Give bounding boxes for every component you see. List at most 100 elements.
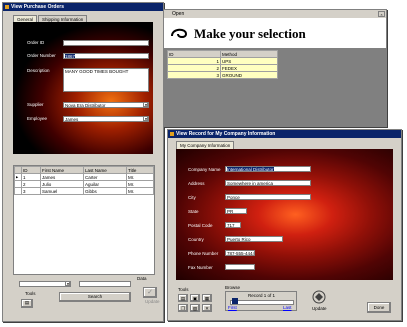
grid-header-id[interactable]: ID [21,166,41,174]
method-name: UPS [220,57,278,65]
update-icon[interactable] [312,290,326,304]
order-number-field[interactable]: 1867 [63,53,149,59]
order-id-field[interactable] [63,40,149,46]
update-label: Update [145,299,160,304]
city-value: Ponce [227,195,240,200]
phone-number-field[interactable]: 787-555-4444 [225,250,255,256]
grid-cell: 2 [21,180,41,188]
paste-icon[interactable]: ▧ [190,304,200,312]
fax-number-field[interactable] [225,264,255,270]
order-number-label: Order Number [27,53,56,58]
grid-cell: Carter [83,173,127,181]
grid-header-first-name[interactable]: First Name [40,166,84,174]
address-value: Somewhere in america [227,181,274,186]
company-info-tabs: My Company Information [176,141,235,149]
update-icon[interactable]: ✓ [143,287,157,298]
purchase-orders-title: View Purchase Orders [11,4,64,10]
grid-header-title[interactable]: Title [126,166,154,174]
grid-cell: Julio [40,180,84,188]
open-dialog-heading: Make your selection [194,26,306,41]
method-id: 1 [167,57,221,65]
record-navigator: Record 1 of 1 First Last [225,291,297,311]
column-header-method[interactable]: Method [220,50,278,58]
supplier-dropdown-icon[interactable]: ▼ [143,102,149,108]
copy-icon[interactable]: ❐ [178,304,188,312]
record-slider-thumb[interactable] [232,298,238,304]
method-name: GROUND [220,71,278,79]
order-number-value: 1867 [65,54,76,59]
last-record-link[interactable]: Last [283,305,292,310]
grid-header-selector [14,166,22,174]
data-label: Data [137,276,147,281]
state-label: State [188,209,199,214]
supplier-select[interactable]: Nova Era Distributor [63,102,149,108]
table-row[interactable]: ▶ 1 James Carter Mr. [14,173,154,181]
country-value: Puerto Rico [227,237,251,242]
print-icon[interactable]: ▤ [178,294,188,302]
tab-my-company-information[interactable]: My Company Information [176,141,235,149]
search-field-dropdown-icon[interactable]: ▼ [65,281,71,287]
country-field[interactable]: Puerto Rico [225,236,283,242]
list-item[interactable]: 1 UPS [167,57,278,65]
image-icon[interactable]: ▦ [202,294,212,302]
employee-select[interactable]: James [63,116,149,122]
open-dialog-titlebar[interactable]: Open × [164,10,386,18]
update-label: Update [312,306,327,311]
table-row[interactable]: 3 Samuel Gibbs Mr. [14,187,154,195]
app-icon [170,132,174,136]
grid-cell: Mr. [126,173,154,181]
company-name-label: Company Name [188,167,221,172]
company-info-titlebar[interactable]: View Record for My Company Information [168,130,401,138]
search-input[interactable] [79,281,131,287]
first-record-link[interactable]: First [228,305,237,310]
company-info-title: View Record for My Company Information [176,131,276,137]
shipping-methods-list[interactable]: ID Method 1 UPS 2 FEDEX 3 GROUND [167,50,278,79]
method-id: 3 [167,71,221,79]
swirl-icon [171,28,188,38]
app-icon [5,5,9,9]
country-label: Country [188,237,204,242]
open-dialog: Open × Make your selection ID Method 1 U… [163,9,387,127]
state-field[interactable]: PR [225,208,247,214]
grid-cell: Mr. [126,187,154,195]
print-icon[interactable]: ▤ [21,299,33,308]
method-id: 2 [167,64,221,72]
done-button[interactable]: Done [367,302,391,313]
address-field[interactable]: Somewhere in america [225,180,311,186]
employee-dropdown-icon[interactable]: ▼ [143,116,149,122]
save-icon[interactable]: ▣ [190,294,200,302]
grid-cell: James [40,173,84,181]
description-value: MANY GOOD TIMES BOUGHT [65,69,129,74]
grid-cell: Samuel [40,187,84,195]
employee-label: Employee [27,116,48,121]
purchase-orders-window: View Purchase Orders General Shipping In… [2,2,164,322]
list-item[interactable]: 2 FEDEX [167,64,278,72]
company-name-field[interactable]: International Distributor [225,166,311,172]
search-button[interactable]: Search [59,292,131,302]
search-field-select[interactable] [19,281,71,287]
postal-code-value: 717 [227,223,235,228]
grid-cell: Gibbs [83,187,127,195]
state-value: PR [227,209,234,214]
grid-cell: 3 [21,187,41,195]
city-label: City [188,195,196,200]
purchase-orders-titlebar[interactable]: View Purchase Orders [3,3,163,11]
list-item[interactable]: 3 GROUND [167,71,278,79]
grid-cell: Aguilar [83,180,127,188]
description-field[interactable]: MANY GOOD TIMES BOUGHT [63,68,149,92]
method-name: FEDEX [220,64,278,72]
column-header-id[interactable]: ID [167,50,221,58]
delete-icon[interactable]: ✕ [202,304,212,312]
record-counter: Record 1 of 1 [248,293,276,298]
description-label: Description [27,68,50,73]
table-row[interactable]: 2 Julio Aguilar Mr. [14,180,154,188]
row-selector-icon: ▶ [14,173,22,181]
fax-number-label: Fax Number [188,265,213,270]
postal-code-field[interactable]: 717 [225,222,241,228]
employees-grid[interactable]: ID First Name Last Name Title ▶ 1 James … [13,165,155,275]
open-dialog-title: Open [172,11,185,17]
row-selector-icon [14,187,22,195]
city-field[interactable]: Ponce [225,194,311,200]
close-icon[interactable]: × [378,11,385,17]
grid-header-last-name[interactable]: Last Name [83,166,127,174]
